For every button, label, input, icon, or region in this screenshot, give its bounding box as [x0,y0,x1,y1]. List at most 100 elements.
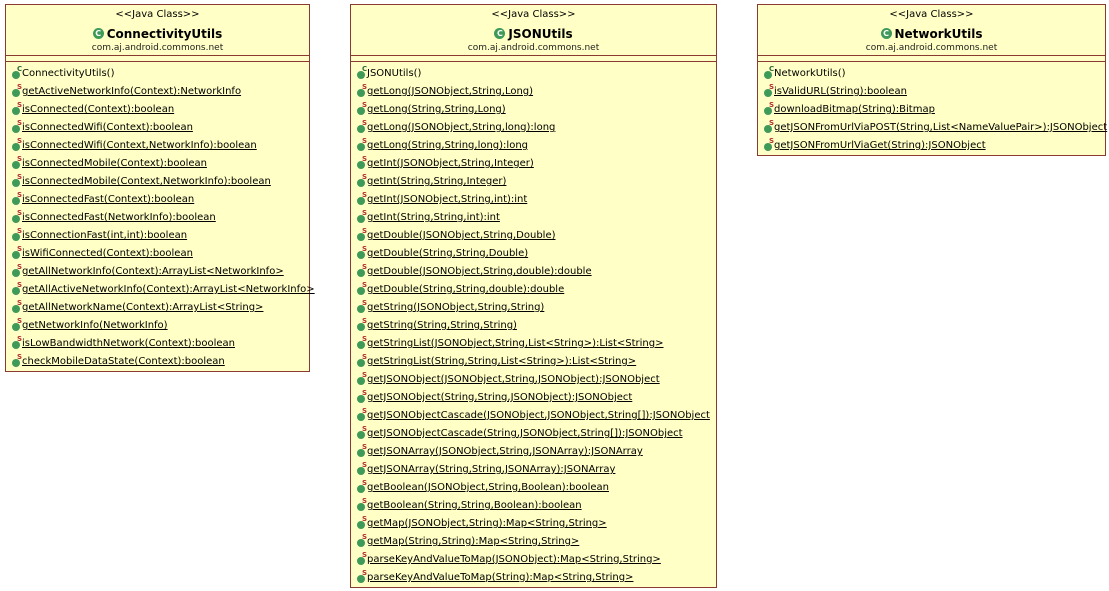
static-method-icon: S [357,372,367,386]
static-method-icon: S [357,552,367,566]
method-item[interactable]: SgetBoolean(JSONObject,String,Boolean):b… [357,476,716,494]
method-signature: getJSONObject(String,String,JSONObject):… [367,392,633,403]
method-item[interactable]: SgetInt(String,String,Integer) [357,170,716,188]
method-item[interactable]: SisConnectedFast(NetworkInfo):boolean [12,206,309,224]
constructor-item[interactable]: C JSONUtils() [357,62,716,80]
method-item[interactable]: SgetBoolean(String,String,Boolean):boole… [357,494,716,512]
static-method-icon: S [12,174,22,188]
class-box-jsonutils[interactable]: <<Java Class>> C JSONUtils com.aj.androi… [350,4,717,588]
method-item[interactable]: SgetJSONFromUrlViaPOST(String,List<NameV… [764,116,1107,134]
method-item[interactable]: SisLowBandwidthNetwork(Context):boolean [12,332,309,350]
method-item[interactable]: SgetAllActiveNetworkInfo(Context):ArrayL… [12,278,315,296]
method-item[interactable]: SgetLong(JSONObject,String,long):long [357,116,716,134]
method-signature: getDouble(String,String,Double) [367,248,529,259]
method-signature: getAllActiveNetworkInfo(Context):ArrayLi… [22,284,315,295]
method-item[interactable]: SgetInt(String,String,int):int [357,206,716,224]
static-method-icon: S [12,282,22,296]
methods-list: C NetworkUtils() SisValidURL(String):boole… [758,62,1107,152]
method-item[interactable]: SgetNetworkInfo(NetworkInfo) [12,314,309,332]
method-item[interactable]: SgetLong(JSONObject,String,Long) [357,80,716,98]
method-item[interactable]: SgetJSONArray(JSONObject,String,JSONArra… [357,440,716,458]
method-signature: getJSONFromUrlViaGet(String):JSONObject [774,140,986,151]
method-signature: getBoolean(JSONObject,String,Boolean):bo… [367,482,609,493]
method-signature: checkMobileDataState(Context):boolean [22,356,225,367]
method-item[interactable]: SgetJSONFromUrlViaGet(String):JSONObject [764,134,1105,152]
method-signature: isConnectedWifi(Context):boolean [22,122,193,133]
method-item[interactable]: SdownloadBitmap(String):Bitmap [764,98,1105,116]
method-signature: NetworkUtils() [774,68,846,79]
method-item[interactable]: SgetJSONObjectCascade(String,JSONObject,… [357,422,716,440]
method-item[interactable]: SgetJSONObject(JSONObject,String,JSONObj… [357,368,716,386]
method-item[interactable]: SgetDouble(JSONObject,String,Double) [357,224,716,242]
method-item[interactable]: SgetAllNetworkName(Context):ArrayList<St… [12,296,309,314]
method-item[interactable]: SgetLong(String,String,Long) [357,98,716,116]
method-signature: getStringList(String,String,List<String>… [367,356,637,367]
static-method-icon: S [12,210,22,224]
method-signature: getLong(JSONObject,String,Long) [367,86,534,97]
class-box-networkutils[interactable]: <<Java Class>> C NetworkUtils com.aj.and… [757,4,1107,156]
static-method-icon: S [357,336,367,350]
method-item[interactable]: SgetJSONObject(String,String,JSONObject)… [357,386,716,404]
method-item[interactable]: SgetInt(JSONObject,String,int):int [357,188,716,206]
method-signature: getActiveNetworkInfo(Context):NetworkInf… [22,86,242,97]
method-item[interactable]: SparseKeyAndValueToMap(String):Map<Strin… [357,566,716,584]
method-item[interactable]: SparseKeyAndValueToMap(JSONObject):Map<S… [357,548,716,566]
method-item[interactable]: SisWifiConnected(Context):boolean [12,242,309,260]
method-item[interactable]: SgetMap(String,String):Map<String,String… [357,530,716,548]
class-box-connectivityutils[interactable]: <<Java Class>> C ConnectivityUtils com.a… [5,4,315,372]
method-item[interactable]: SisConnectedWifi(Context,NetworkInfo):bo… [12,134,309,152]
method-item[interactable]: SisConnectedFast(Context):boolean [12,188,309,206]
static-method-icon: S [357,156,367,170]
static-method-icon: S [357,102,367,116]
method-item[interactable]: SisConnectedMobile(Context):boolean [12,152,309,170]
method-item[interactable]: SgetJSONObjectCascade(JSONObject,JSONObj… [357,404,716,422]
method-signature: getLong(String,String,long):long [367,140,529,151]
method-item[interactable]: SgetLong(String,String,long):long [357,134,716,152]
class-icon: C [494,28,506,39]
constructor-item[interactable]: C ConnectivityUtils() [12,62,309,80]
method-item[interactable]: SgetString(String,String,String) [357,314,716,332]
constructor-item[interactable]: C NetworkUtils() [764,62,1105,80]
methods-list: C ConnectivityUtils() SgetActiveNetworkInf… [6,62,315,368]
method-item[interactable]: SgetJSONArray(String,String,JSONArray):J… [357,458,716,476]
constructor-icon: C [12,66,22,80]
method-item[interactable]: SisConnectedWifi(Context):boolean [12,116,309,134]
class-header: <<Java Class>> C NetworkUtils com.aj.and… [758,5,1105,55]
static-method-icon: S [357,390,367,404]
static-method-icon: S [357,444,367,458]
method-item[interactable]: SgetDouble(JSONObject,String,double):dou… [357,260,716,278]
method-item[interactable]: SisConnected(Context):boolean [12,98,309,116]
method-item[interactable]: ScheckMobileDataState(Context):boolean [12,350,309,368]
method-signature: ConnectivityUtils() [22,68,115,79]
method-item[interactable]: SisConnectedMobile(Context,NetworkInfo):… [12,170,309,188]
class-icon: C [92,28,104,39]
static-method-icon: S [12,156,22,170]
method-signature: isWifiConnected(Context):boolean [22,248,193,259]
class-header: <<Java Class>> C ConnectivityUtils com.a… [6,5,309,55]
method-item[interactable]: SgetStringList(JSONObject,String,List<St… [357,332,716,350]
method-signature: getLong(String,String,Long) [367,104,506,115]
method-signature: getInt(JSONObject,String,int):int [367,194,528,205]
method-item[interactable]: SgetDouble(String,String,Double) [357,242,716,260]
method-signature: getJSONObjectCascade(String,JSONObject,S… [367,428,683,439]
method-signature: isConnectedFast(Context):boolean [22,194,195,205]
method-item[interactable]: SgetAllNetworkInfo(Context):ArrayList<Ne… [12,260,309,278]
class-header: <<Java Class>> C JSONUtils com.aj.androi… [351,5,716,55]
method-item[interactable]: SgetDouble(String,String,double):double [357,278,716,296]
method-item[interactable]: SgetInt(JSONObject,String,Integer) [357,152,716,170]
method-item[interactable]: SgetStringList(String,String,List<String… [357,350,716,368]
method-item[interactable]: SisValidURL(String):boolean [764,80,1105,98]
static-method-icon: S [12,138,22,152]
static-method-icon: S [764,102,774,116]
method-signature: getNetworkInfo(NetworkInfo) [22,320,168,331]
package-label: com.aj.android.commons.net [91,42,224,53]
constructor-icon: C [764,66,774,80]
static-method-icon: S [357,84,367,98]
method-signature: getJSONArray(String,String,JSONArray):JS… [367,464,616,475]
method-item[interactable]: SgetString(JSONObject,String,String) [357,296,716,314]
method-item[interactable]: SgetActiveNetworkInfo(Context):NetworkIn… [12,80,309,98]
static-method-icon: S [357,570,367,584]
method-signature: getMap(JSONObject,String):Map<String,Str… [367,518,607,529]
method-item[interactable]: SisConnectionFast(int,int):boolean [12,224,309,242]
method-item[interactable]: SgetMap(JSONObject,String):Map<String,St… [357,512,716,530]
